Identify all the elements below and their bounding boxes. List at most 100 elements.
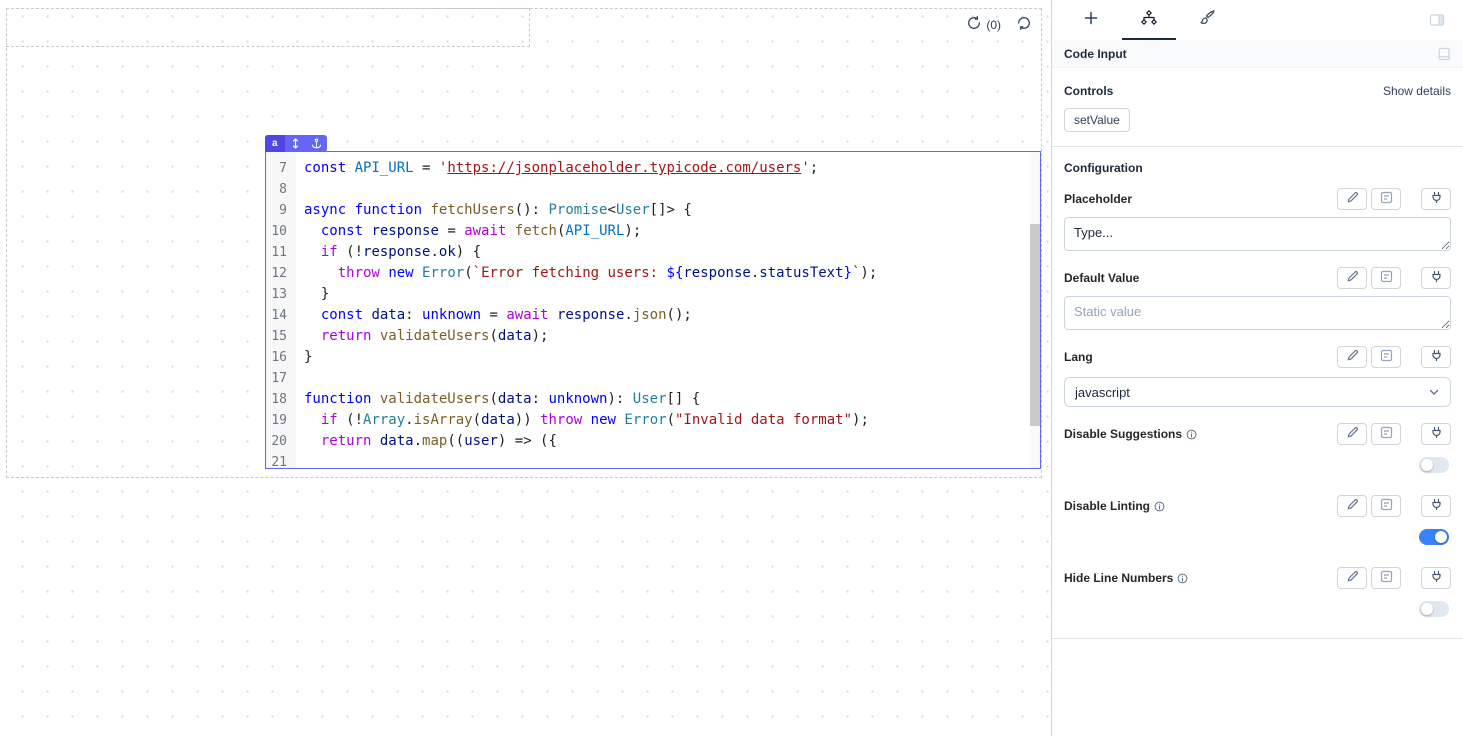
chevron-down-icon — [1428, 386, 1440, 398]
plug-icon — [1430, 426, 1443, 442]
brush-icon — [1199, 9, 1216, 31]
code-line: 21 — [266, 452, 1040, 468]
config-fields: PlaceholderDefault ValueLangjavascriptDi… — [1064, 187, 1451, 617]
expression-button[interactable] — [1371, 495, 1401, 517]
toggle-knob — [1421, 603, 1433, 615]
anchor-icon[interactable] — [306, 135, 327, 152]
code-editor[interactable]: 67const API_URL = 'https://jsonplacehold… — [266, 152, 1040, 468]
code-line-text — [296, 452, 304, 468]
line-number: 9 — [266, 200, 296, 221]
line-number: 13 — [266, 284, 296, 305]
disable-linting-toggle[interactable] — [1419, 529, 1449, 545]
controls-title: Controls — [1064, 84, 1113, 98]
field-actions — [1337, 567, 1451, 589]
code-line: 8 — [266, 179, 1040, 200]
expression-icon — [1380, 270, 1393, 286]
sync-count-label: (0) — [986, 18, 1001, 32]
code-line: 18function validateUsers(data: unknown):… — [266, 389, 1040, 410]
hide-line-numbers-toggle[interactable] — [1419, 601, 1449, 617]
plug-icon — [1430, 270, 1443, 286]
field-actions — [1337, 423, 1451, 445]
placeholder-input[interactable] — [1064, 217, 1451, 251]
divider — [1052, 638, 1463, 639]
connect-plug-button[interactable] — [1421, 346, 1451, 368]
component-handle[interactable]: a — [265, 135, 327, 152]
select-value: javascript — [1075, 385, 1130, 400]
code-input-component[interactable]: a 67const API_URL = 'https://jsonplaceho… — [265, 151, 1041, 469]
canvas-toolbar: (0) — [967, 16, 1031, 33]
code-line-text: async function fetchUsers(): Promise<Use… — [296, 200, 692, 221]
scrollbar-thumb[interactable] — [1030, 224, 1040, 426]
plug-icon — [1430, 349, 1443, 365]
code-line-text: } — [296, 347, 312, 368]
recompute-icon — [1017, 16, 1031, 33]
tab-components[interactable] — [1120, 0, 1178, 40]
edit-static-button[interactable] — [1337, 188, 1367, 210]
app-editor: (0) a 67const API_URL = 'https://jsonpla… — [0, 0, 1463, 736]
panel-toggle-icon[interactable] — [1429, 0, 1453, 40]
sync-count-button[interactable]: (0) — [967, 16, 1001, 33]
line-number: 15 — [266, 326, 296, 347]
recompute-button[interactable] — [1017, 16, 1031, 33]
line-number: 19 — [266, 410, 296, 431]
edit-static-button[interactable] — [1337, 346, 1367, 368]
show-details-link[interactable]: Show details — [1383, 84, 1451, 98]
expression-button[interactable] — [1371, 188, 1401, 210]
expression-button[interactable] — [1371, 346, 1401, 368]
info-icon — [1154, 501, 1165, 512]
component-header: Code Input — [1052, 40, 1463, 68]
edit-icon — [1346, 570, 1359, 586]
code-line: 20 return data.map((user) => ({ — [266, 431, 1040, 452]
field-label: Disable Suggestions — [1064, 427, 1197, 441]
connect-plug-button[interactable] — [1421, 267, 1451, 289]
default-value-input[interactable] — [1064, 296, 1451, 330]
config-field-placeholder: Placeholder — [1064, 187, 1451, 251]
edit-static-button[interactable] — [1337, 267, 1367, 289]
field-label: Hide Line Numbers — [1064, 571, 1188, 585]
line-number: 12 — [266, 263, 296, 284]
tab-style[interactable] — [1178, 0, 1236, 40]
config-field-hide-line-numbers: Hide Line Numbers — [1064, 566, 1451, 617]
edit-static-button[interactable] — [1337, 567, 1367, 589]
toggle-knob — [1435, 531, 1447, 543]
edit-static-button[interactable] — [1337, 423, 1367, 445]
code-line: 10 const response = await fetch(API_URL)… — [266, 221, 1040, 242]
plug-icon — [1430, 570, 1443, 586]
controls-section: Controls Show details — [1064, 84, 1451, 98]
line-number: 8 — [266, 179, 296, 200]
line-number: 16 — [266, 347, 296, 368]
docs-icon[interactable] — [1437, 47, 1451, 61]
connect-plug-button[interactable] — [1421, 495, 1451, 517]
lang-select[interactable]: javascript — [1064, 377, 1451, 407]
edit-icon — [1346, 270, 1359, 286]
expression-icon — [1380, 498, 1393, 514]
code-line: 16} — [266, 347, 1040, 368]
setvalue-button[interactable]: setValue — [1064, 108, 1130, 132]
disable-suggestions-toggle[interactable] — [1419, 457, 1449, 473]
connect-plug-button[interactable] — [1421, 423, 1451, 445]
expression-button[interactable] — [1371, 423, 1401, 445]
code-line: 9async function fetchUsers(): Promise<Us… — [266, 200, 1040, 221]
field-actions — [1337, 495, 1451, 517]
code-line: 7const API_URL = 'https://jsonplaceholde… — [266, 158, 1040, 179]
expression-icon — [1380, 570, 1393, 586]
expression-button[interactable] — [1371, 567, 1401, 589]
toggle-knob — [1421, 459, 1433, 471]
connect-plug-button[interactable] — [1421, 567, 1451, 589]
code-line-text: return validateUsers(data); — [296, 326, 548, 347]
edit-static-button[interactable] — [1337, 495, 1367, 517]
code-line-text: if (!response.ok) { — [296, 242, 481, 263]
info-icon — [1177, 573, 1188, 584]
editor-scrollbar[interactable] — [1030, 152, 1040, 468]
connect-plug-button[interactable] — [1421, 188, 1451, 210]
code-line: 19 if (!Array.isArray(data)) throw new E… — [266, 410, 1040, 431]
canvas[interactable]: (0) a 67const API_URL = 'https://jsonpla… — [0, 0, 1052, 736]
tab-insert[interactable] — [1062, 0, 1120, 40]
info-icon — [1186, 429, 1197, 440]
expression-button[interactable] — [1371, 267, 1401, 289]
line-number: 18 — [266, 389, 296, 410]
move-icon[interactable] — [285, 135, 306, 152]
line-number: 10 — [266, 221, 296, 242]
panel-body: Controls Show details setValue Configura… — [1052, 68, 1463, 736]
code-line: 15 return validateUsers(data); — [266, 326, 1040, 347]
